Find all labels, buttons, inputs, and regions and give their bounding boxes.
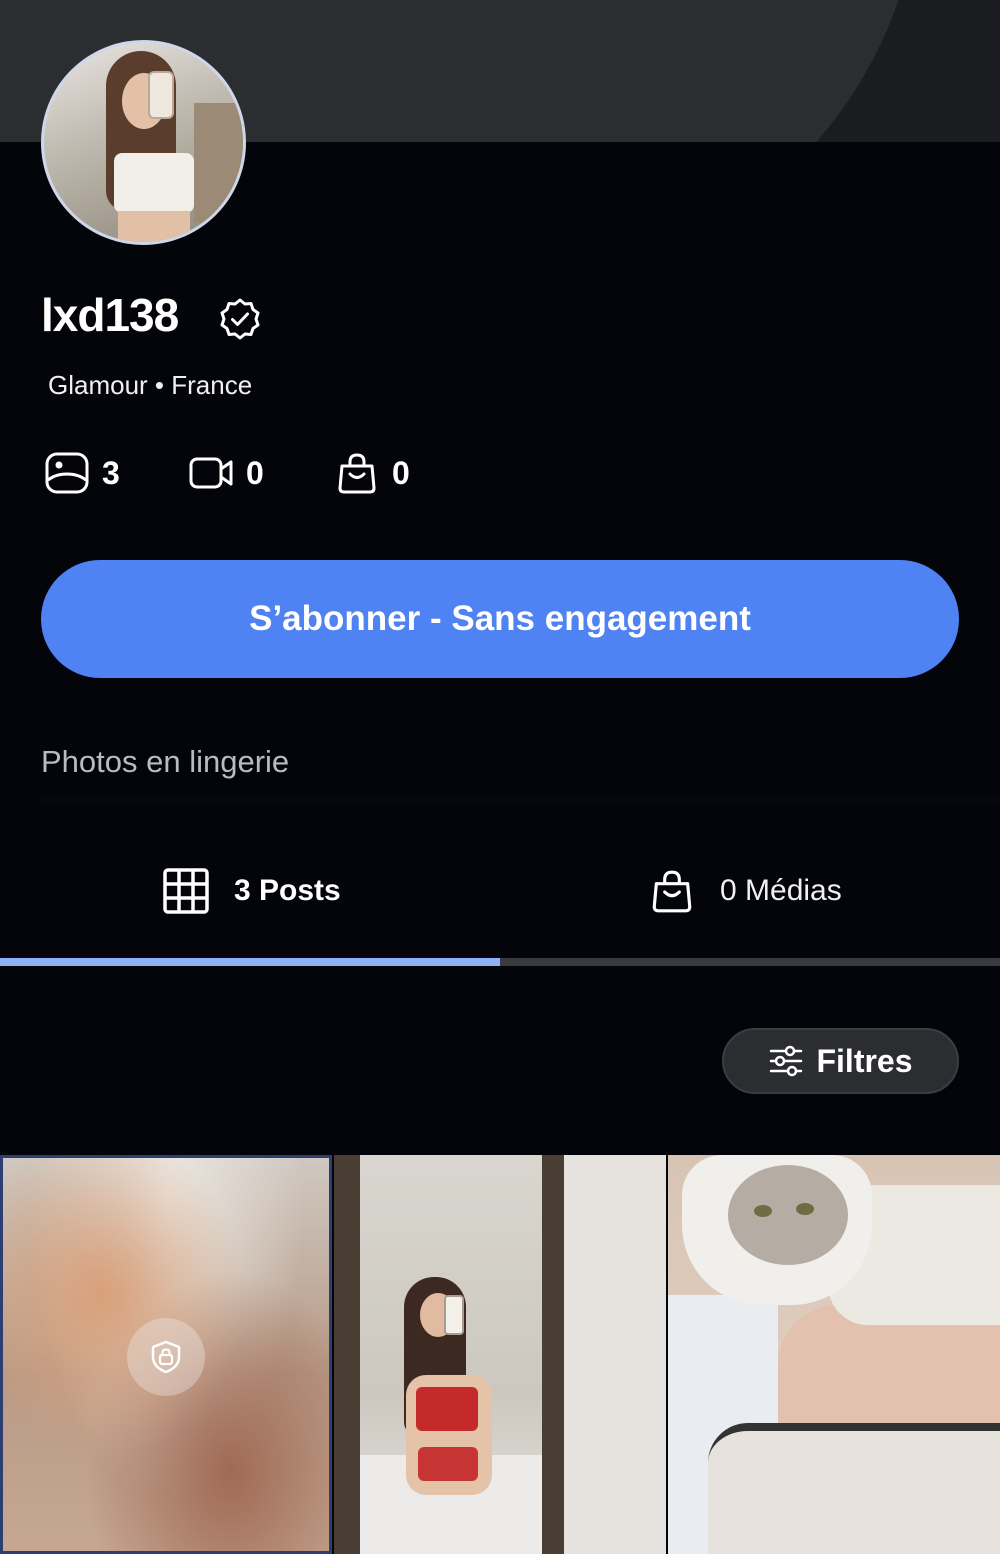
post-tile[interactable] xyxy=(334,1155,666,1554)
video-icon xyxy=(189,457,233,489)
posts-grid xyxy=(0,1155,1000,1554)
photo-count-value: 3 xyxy=(102,454,120,491)
tab-medias-label: 0 Médias xyxy=(720,874,842,907)
tab-posts-label: 3 Posts xyxy=(234,874,341,907)
video-count-value: 0 xyxy=(246,454,264,491)
video-count: 0 xyxy=(188,450,264,496)
sliders-icon xyxy=(770,1045,803,1077)
lock-badge xyxy=(127,1318,205,1396)
shopping-bag-icon xyxy=(652,870,692,913)
tab-medias[interactable]: 0 Médias xyxy=(648,865,842,917)
shopping-bag-icon xyxy=(338,453,376,494)
post-tile[interactable] xyxy=(668,1155,1000,1554)
avatar[interactable] xyxy=(41,40,246,245)
photo-count: 3 xyxy=(44,450,120,496)
profile-page: lxd138 Glamour • France 3 0 0 S’abonner … xyxy=(0,0,1000,1554)
tab-indicator-active xyxy=(0,958,500,966)
shop-count-value: 0 xyxy=(392,454,410,491)
filters-button[interactable]: Filtres xyxy=(722,1028,959,1094)
photo-icon xyxy=(45,452,89,494)
verified-badge-icon xyxy=(220,298,260,340)
username: lxd138 xyxy=(41,289,179,341)
divider xyxy=(41,795,1000,805)
profile-bio: Photos en lingerie xyxy=(41,744,290,779)
lock-icon xyxy=(151,1340,181,1374)
tab-posts[interactable]: 3 Posts xyxy=(162,865,341,917)
post-tile-locked[interactable] xyxy=(0,1155,332,1554)
subscribe-button[interactable]: S’abonner - Sans engagement xyxy=(41,560,959,678)
shop-count: 0 xyxy=(334,450,410,496)
filters-label: Filtres xyxy=(816,1042,913,1079)
profile-subtitle: Glamour • France xyxy=(48,370,253,400)
grid-icon xyxy=(163,868,209,914)
